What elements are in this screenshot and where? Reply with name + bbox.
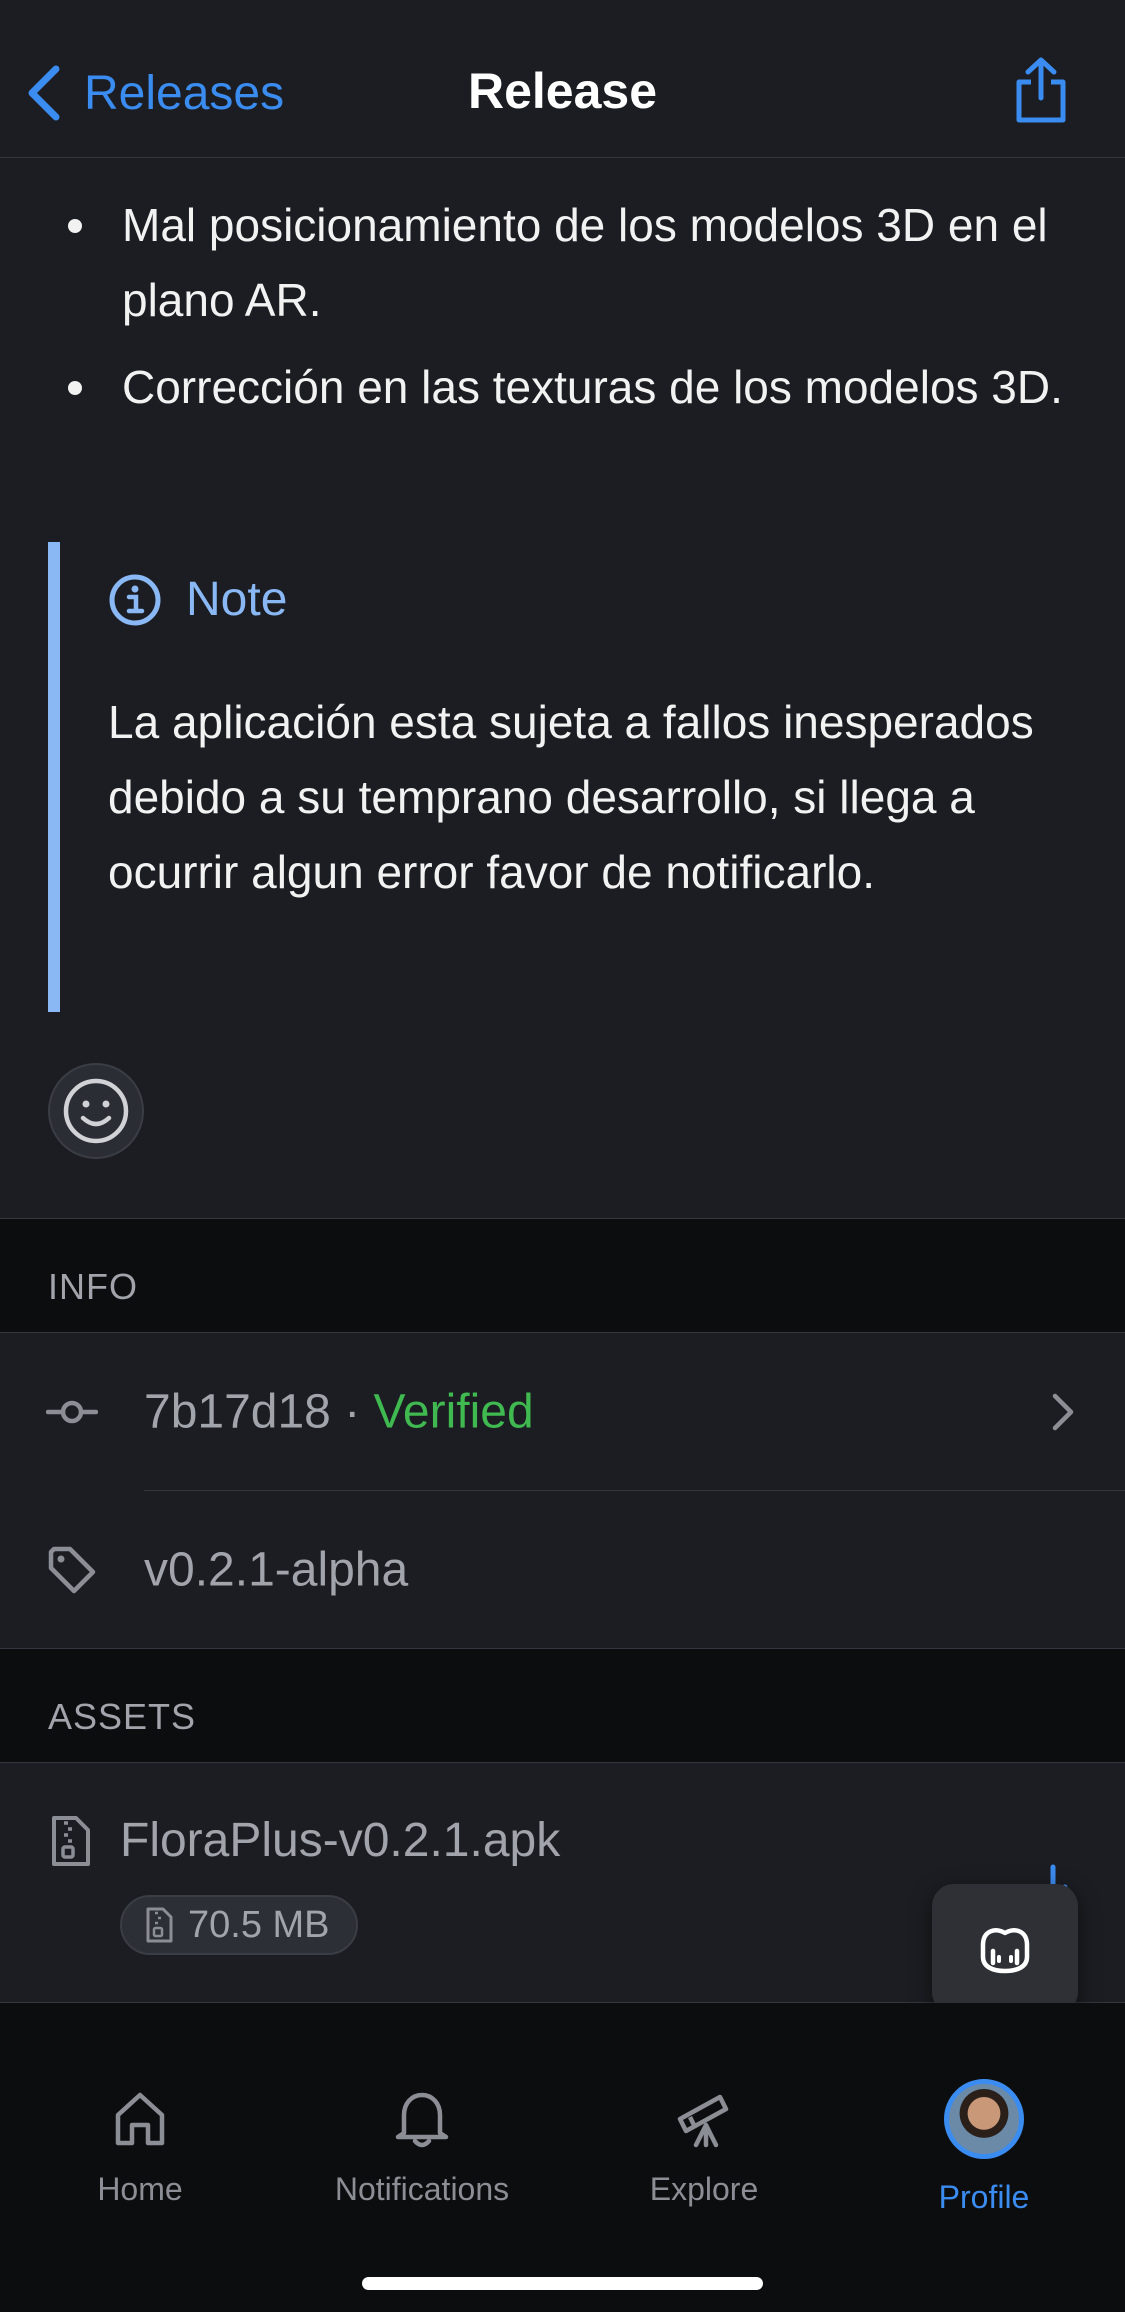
navigation-bar: Releases Release	[0, 0, 1125, 158]
bell-icon	[395, 2092, 449, 2148]
note-header: Note	[108, 572, 1078, 627]
commit-sha: 7b17d18	[144, 1385, 331, 1438]
tab-label: Home	[97, 2171, 183, 2207]
smiley-icon	[63, 1078, 129, 1144]
copilot-icon	[980, 1928, 1030, 1974]
home-indicator[interactable]	[362, 2277, 763, 2290]
share-icon[interactable]	[1013, 56, 1069, 124]
tab-home[interactable]: Home	[20, 2087, 260, 2208]
note-title: Note	[186, 573, 288, 626]
list-item: Corrección en las texturas de los modelo…	[60, 350, 1080, 425]
tab-notifications[interactable]: Notifications	[302, 2087, 542, 2208]
verified-badge: Verified	[373, 1385, 534, 1438]
file-size-badge: 70.5 MB	[120, 1895, 358, 1955]
file-size: 70.5 MB	[188, 1903, 330, 1946]
note-text: La aplicación esta sujeta a fallos inesp…	[108, 696, 1034, 898]
file-zip-icon	[146, 1907, 173, 1943]
tab-label: Explore	[649, 2171, 759, 2207]
file-zip-icon	[52, 1816, 90, 1866]
assets-header-label: ASSETS	[48, 1696, 197, 1737]
add-reaction-button[interactable]	[48, 1063, 144, 1159]
tab-label: Notifications	[334, 2171, 510, 2207]
avatar	[944, 2079, 1024, 2159]
tab-bar: Home Notifications Explore Profile	[0, 2003, 1125, 2312]
info-header-label: INFO	[48, 1266, 138, 1307]
tag-name: v0.2.1-alpha	[144, 1543, 409, 1596]
home-icon	[115, 2092, 165, 2146]
assets-section-header: ASSETS	[0, 1648, 1125, 1763]
commit-icon	[46, 1400, 98, 1423]
list-item: Mal posicionamiento de los modelos 3D en…	[60, 188, 1080, 338]
notes-list: Mal posicionamiento de los modelos 3D en…	[60, 188, 1080, 437]
info-icon	[109, 574, 161, 625]
telescope-icon	[677, 2094, 729, 2148]
release-notes: Mal posicionamiento de los modelos 3D en…	[0, 158, 1125, 1218]
info-section-header: INFO	[0, 1218, 1125, 1333]
tab-explore[interactable]: Explore	[584, 2087, 824, 2208]
tag-row: v0.2.1-alpha	[0, 1491, 1125, 1648]
commit-row[interactable]: 7b17d18 · Verified	[0, 1333, 1125, 1490]
note-callout: Note La aplicación esta sujeta a fallos …	[48, 542, 1078, 1012]
tag-icon	[48, 1546, 96, 1593]
copilot-button[interactable]	[932, 1884, 1078, 2014]
commit-separator: ·	[330, 1385, 374, 1438]
release-screen: Releases Release Mal posicionamiento de …	[0, 0, 1125, 2312]
asset-file-name: FloraPlus-v0.2.1.apk	[120, 1814, 561, 1867]
page-title: Release	[467, 63, 658, 119]
chevron-right-icon	[1052, 1393, 1074, 1430]
tab-profile[interactable]: Profile	[864, 2079, 1104, 2216]
commit-text: 7b17d18 · Verified	[144, 1384, 534, 1439]
tab-label: Profile	[938, 2179, 1030, 2215]
